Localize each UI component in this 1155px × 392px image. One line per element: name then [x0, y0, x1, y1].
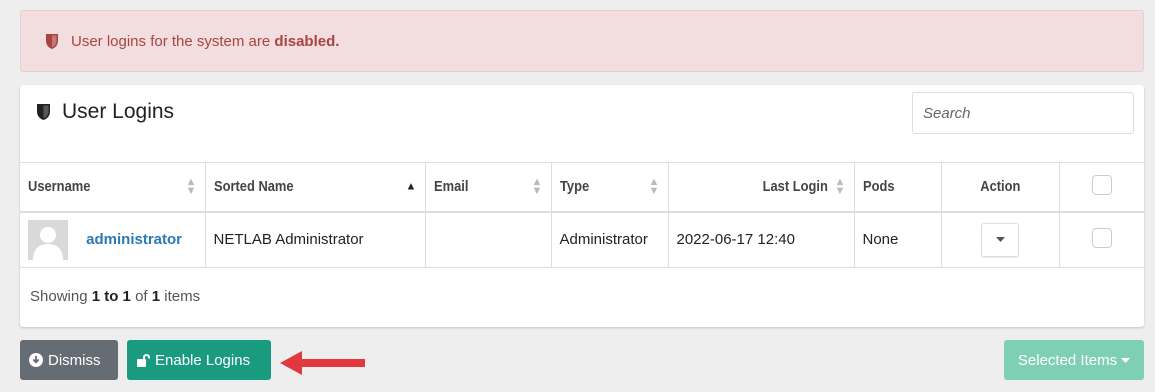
column-header-select-all: [1059, 162, 1144, 213]
cell-select: [1059, 211, 1144, 268]
caret-down-icon: [995, 237, 1005, 243]
cell-type: Administrator: [551, 211, 669, 268]
alert-emphasis: disabled.: [274, 32, 340, 50]
table-footer: Showing 1 to 1 of 1 items: [30, 288, 200, 305]
panel-title-text: User Logins: [62, 100, 175, 123]
alert-text: User logins for the system are disabled.: [71, 33, 339, 50]
enable-logins-label: Enable Logins: [155, 351, 251, 369]
enable-logins-button[interactable]: Enable Logins: [127, 340, 271, 380]
selected-items-button[interactable]: Selected Items: [1004, 340, 1144, 380]
caret-down-icon: [1121, 357, 1131, 363]
select-all-checkbox[interactable]: [1091, 174, 1112, 195]
footer-range: 1 to 1: [91, 288, 131, 305]
cell-username: administrator: [20, 211, 206, 268]
arrow-circle-down-icon: [29, 353, 43, 367]
shield-icon: [45, 33, 59, 50]
cell-sorted-name: NETLAB Administrator: [205, 211, 426, 268]
dismiss-button[interactable]: Dismiss: [20, 340, 118, 380]
annotation-arrow: [280, 351, 365, 375]
alert-message: User logins for the system are: [71, 32, 275, 50]
column-header-username[interactable]: Username ▲ ▼: [20, 162, 206, 213]
table-header-row: Username ▲ ▼ Sorted Name ▲ Email ▲ ▼ Type ▲ ▼ L…: [20, 162, 1144, 213]
column-header-sorted-name[interactable]: Sorted Name ▲: [205, 162, 426, 213]
column-header-email[interactable]: Email ▲ ▼: [425, 162, 552, 213]
cell-action: [941, 211, 1060, 268]
unlock-icon: [137, 354, 150, 367]
footer-items: items: [164, 288, 201, 305]
cell-email: [425, 211, 552, 268]
selected-items-label: Selected Items: [1017, 351, 1118, 369]
sort-ascending-icon: ▲: [405, 180, 417, 193]
footer-showing: Showing: [30, 288, 88, 305]
search-input[interactable]: [912, 92, 1134, 134]
username-link[interactable]: administrator: [86, 231, 182, 248]
column-header-action: Action: [941, 162, 1060, 213]
sort-icon: ▲ ▼: [648, 175, 660, 197]
cell-last-login: 2022-06-17 12:40: [668, 211, 855, 268]
column-header-pods: Pods: [854, 162, 942, 213]
sort-icon: ▲ ▼: [531, 175, 543, 197]
user-logins-table: Username ▲ ▼ Sorted Name ▲ Email ▲ ▼ Type ▲ ▼ L…: [20, 162, 1144, 268]
footer-of: of: [135, 288, 148, 305]
shield-icon: [36, 103, 51, 121]
user-logins-panel: User Logins Username▲▼ Sorted Name▲ Emai…: [20, 85, 1144, 327]
sort-icon: ▲ ▼: [185, 175, 197, 197]
dismiss-label: Dismiss: [48, 351, 101, 369]
action-dropdown-button[interactable]: [981, 222, 1019, 257]
footer-total: 1: [151, 288, 161, 305]
cell-pods: None: [854, 211, 942, 268]
panel-title: User Logins: [36, 100, 174, 124]
row-checkbox[interactable]: [1091, 227, 1112, 248]
sort-icon: ▲ ▼: [834, 175, 846, 197]
alert-banner: User logins for the system are disabled.: [20, 10, 1144, 72]
column-header-type[interactable]: Type ▲ ▼: [551, 162, 669, 213]
avatar: [28, 219, 68, 260]
table-row: administrator NETLAB Administrator Admin…: [20, 211, 1144, 268]
column-header-last-login[interactable]: Last Login ▲ ▼: [668, 162, 855, 213]
